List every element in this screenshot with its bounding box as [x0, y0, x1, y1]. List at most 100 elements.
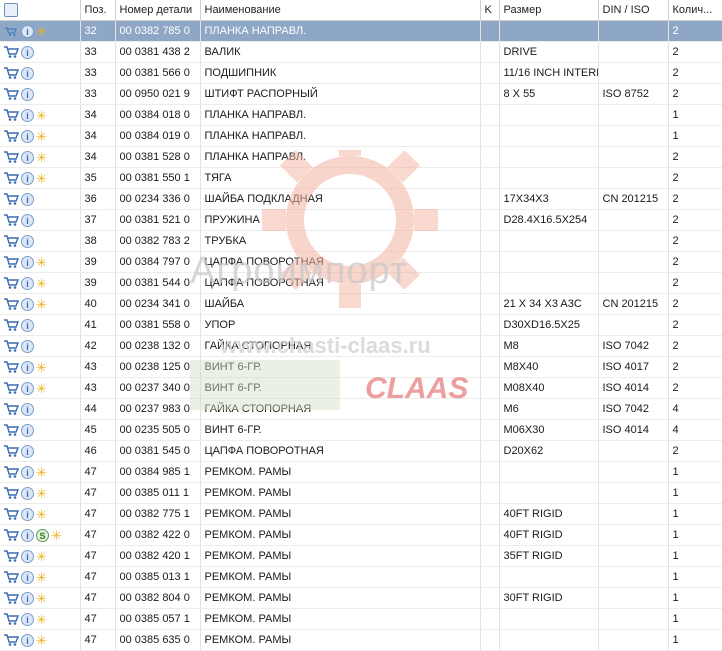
column-header-din-iso[interactable]: DIN / ISO [598, 0, 669, 21]
supersession-icon[interactable]: S [36, 528, 49, 542]
cart-icon[interactable] [3, 528, 20, 542]
table-row[interactable]: i 45 00 0235 505 0 ВИНТ 6-ГР. M06X30 ISO 4014… [0, 419, 722, 441]
table-row[interactable]: i 36 00 0234 336 0 ШАЙБА ПОДКЛАДНАЯ 17X34X3 C… [0, 188, 722, 210]
info-icon[interactable]: i [21, 255, 34, 269]
info-icon[interactable]: i [21, 339, 34, 353]
table-row[interactable]: i ✳ 43 00 0238 125 0 ВИНТ 6-ГР. M8X40 ISO 4017… [0, 356, 722, 378]
cart-icon[interactable] [3, 570, 20, 584]
info-icon[interactable]: i [21, 108, 34, 122]
info-icon[interactable]: i [21, 234, 34, 248]
new-star-icon[interactable]: ✳ [36, 508, 49, 521]
column-header-quantity[interactable]: Колич... [668, 0, 722, 21]
cart-icon[interactable] [3, 192, 20, 206]
table-row[interactable]: i ✳ 47 00 0382 420 1 РЕМКОМ. РАМЫ 35FT RIGID 1 [0, 545, 722, 567]
table-row[interactable]: i ✳ 43 00 0237 340 0 ВИНТ 6-ГР. M08X40 ISO 401… [0, 377, 722, 399]
new-star-icon[interactable]: ✳ [36, 277, 49, 290]
table-row[interactable]: i 33 00 0381 566 0 ПОДШИПНИК 11/16 INCH INTE… [0, 62, 722, 84]
table-row[interactable]: i 44 00 0237 983 0 ГАЙКА СТОПОРНАЯ M6 ISO 704… [0, 398, 722, 420]
column-header-size[interactable]: Размер [499, 0, 599, 21]
info-icon[interactable]: i [21, 528, 34, 542]
new-star-icon[interactable]: ✳ [36, 487, 49, 500]
info-icon[interactable]: i [21, 507, 34, 521]
table-row[interactable]: i ✳ 47 00 0382 804 0 РЕМКОМ. РАМЫ 30FT RIGID 1 [0, 587, 722, 609]
new-star-icon[interactable]: ✳ [36, 382, 49, 395]
cart-icon[interactable] [3, 150, 20, 164]
info-icon[interactable]: i [21, 24, 34, 38]
new-star-icon[interactable]: ✳ [36, 571, 49, 584]
cart-icon[interactable] [3, 612, 20, 626]
cart-icon[interactable] [3, 339, 20, 353]
table-row[interactable]: i ✳ 47 00 0385 635 0 РЕМКОМ. РАМЫ 1 [0, 629, 722, 651]
cart-icon[interactable] [3, 171, 20, 185]
new-star-icon[interactable]: ✳ [36, 634, 49, 647]
column-header-name[interactable]: Наименование [200, 0, 481, 21]
table-row[interactable]: i ✳ 34 00 0381 528 0 ПЛАНКА НАПРАВЛ. 2 [0, 146, 722, 168]
cart-icon[interactable] [3, 108, 20, 122]
info-icon[interactable]: i [21, 570, 34, 584]
table-row[interactable]: i 38 00 0382 783 2 ТРУБКА 2 [0, 230, 722, 252]
cart-icon[interactable] [3, 402, 20, 416]
info-icon[interactable]: i [21, 150, 34, 164]
info-icon[interactable]: i [21, 297, 34, 311]
cart-icon[interactable] [3, 66, 20, 80]
cart-icon[interactable] [3, 591, 20, 605]
table-row[interactable]: i 42 00 0238 132 0 ГАЙКА СТОПОРНАЯ M8 ISO 704… [0, 335, 722, 357]
cart-icon[interactable] [3, 297, 20, 311]
cart-icon[interactable] [3, 444, 20, 458]
table-row[interactable]: i ✳ 39 00 0381 544 0 ЦАПФА ПОВОРОТНАЯ 2 [0, 272, 722, 294]
table-row[interactable]: i ✳ 35 00 0381 550 1 ТЯГА 2 [0, 167, 722, 189]
cart-icon[interactable] [3, 24, 19, 38]
cart-icon[interactable] [3, 549, 20, 563]
table-row[interactable]: i ✳ 39 00 0384 797 0 ЦАПФА ПОВОРОТНАЯ 2 [0, 251, 722, 273]
new-star-icon[interactable]: ✳ [36, 172, 49, 185]
info-icon[interactable]: i [21, 45, 34, 59]
table-row[interactable]: i ✳ 40 00 0234 341 0 ШАЙБА 21 X 34 X3 A3C CN 2… [0, 293, 722, 315]
new-star-icon[interactable]: ✳ [36, 550, 49, 563]
cart-icon[interactable] [3, 423, 20, 437]
new-star-icon[interactable]: ✳ [36, 466, 49, 479]
table-row[interactable]: i 33 00 0950 021 9 ШТИФТ РАСПОРНЫЙ 8 X 55 ISO… [0, 83, 722, 105]
cart-icon[interactable] [3, 234, 20, 248]
column-header-part-number[interactable]: Номер детали [115, 0, 201, 21]
table-row[interactable]: i ✳ 32 00 0382 785 0 ПЛАНКА НАПРАВЛ. 2 [0, 20, 722, 42]
info-icon[interactable]: i [21, 486, 34, 500]
new-star-icon[interactable]: ✳ [36, 592, 49, 605]
new-star-icon[interactable]: ✳ [36, 130, 49, 143]
info-icon[interactable]: i [21, 612, 34, 626]
cart-icon[interactable] [3, 87, 20, 101]
new-star-icon[interactable]: ✳ [36, 25, 49, 38]
info-icon[interactable]: i [21, 402, 34, 416]
table-row[interactable]: i ✳ 34 00 0384 018 0 ПЛАНКА НАПРАВЛ. 1 [0, 104, 722, 126]
info-icon[interactable]: i [21, 87, 34, 101]
info-icon[interactable]: i [21, 591, 34, 605]
new-star-icon[interactable]: ✳ [36, 256, 49, 269]
table-row[interactable]: i ✳ 47 00 0385 057 1 РЕМКОМ. РАМЫ 1 [0, 608, 722, 630]
cart-icon[interactable] [3, 213, 20, 227]
table-row[interactable]: i ✳ 34 00 0384 019 0 ПЛАНКА НАПРАВЛ. 1 [0, 125, 722, 147]
cart-icon[interactable] [3, 507, 20, 521]
cart-icon[interactable] [3, 318, 20, 332]
table-row[interactable]: i 46 00 0381 545 0 ЦАПФА ПОВОРОТНАЯ D20X62 2 [0, 440, 722, 462]
info-icon[interactable]: i [21, 444, 34, 458]
cart-icon[interactable] [3, 465, 20, 479]
info-icon[interactable]: i [21, 549, 34, 563]
info-icon[interactable]: i [21, 633, 34, 647]
column-header-pos[interactable]: Поз. [80, 0, 116, 21]
info-icon[interactable]: i [21, 423, 34, 437]
new-star-icon[interactable]: ✳ [36, 613, 49, 626]
new-star-icon[interactable]: ✳ [36, 298, 49, 311]
new-star-icon[interactable]: ✳ [36, 109, 49, 122]
cart-icon[interactable] [3, 45, 20, 59]
info-icon[interactable]: i [21, 318, 34, 332]
cart-icon[interactable] [3, 486, 20, 500]
table-row[interactable]: i ✳ 47 00 0382 775 1 РЕМКОМ. РАМЫ 40FT RIGID 1 [0, 503, 722, 525]
cart-icon[interactable] [3, 255, 20, 269]
info-icon[interactable]: i [21, 381, 34, 395]
table-row[interactable]: i ✳ 47 00 0385 011 1 РЕМКОМ. РАМЫ 1 [0, 482, 722, 504]
table-row[interactable]: i 41 00 0381 558 0 УПОР D30XD16.5X25 2 [0, 314, 722, 336]
info-icon[interactable]: i [21, 192, 34, 206]
info-icon[interactable]: i [21, 129, 34, 143]
info-icon[interactable]: i [21, 465, 34, 479]
info-icon[interactable]: i [21, 276, 34, 290]
table-row[interactable]: i 37 00 0381 521 0 ПРУЖИНА D28.4X16.5X254 2 [0, 209, 722, 231]
